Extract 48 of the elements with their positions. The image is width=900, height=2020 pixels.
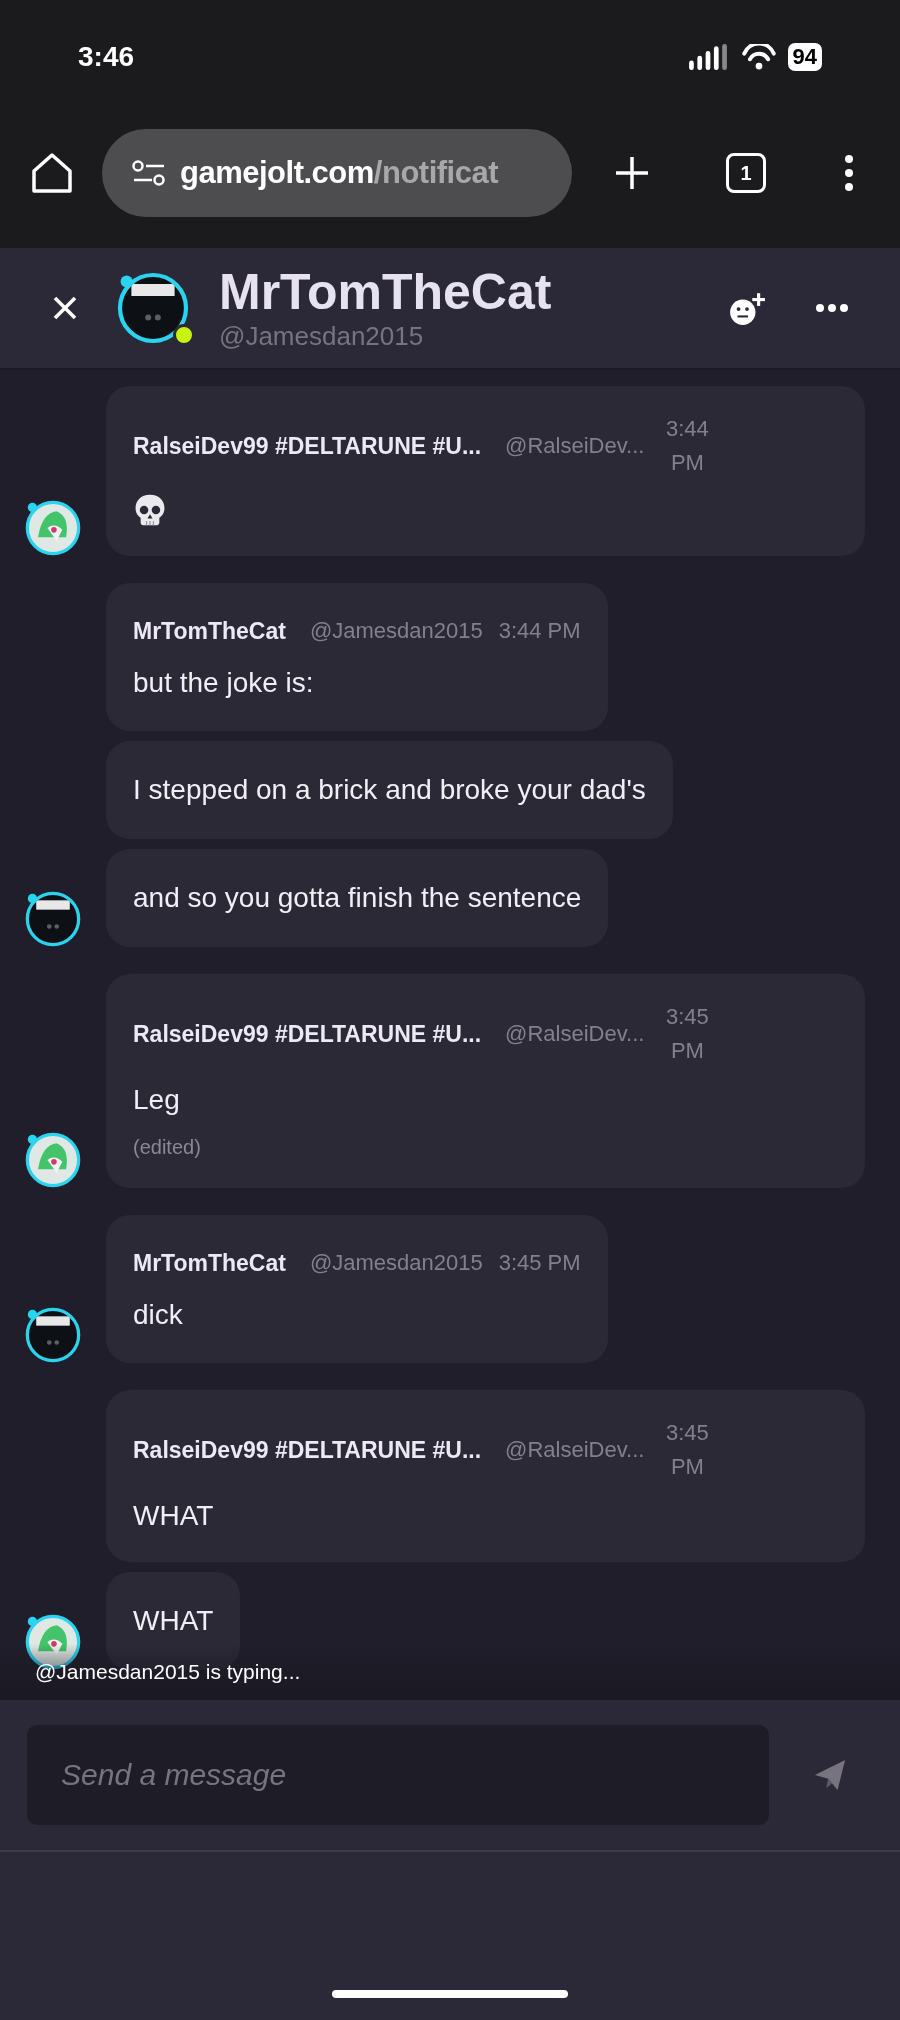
user-avatar (25, 1307, 81, 1363)
author-name: MrTomTheCat (133, 1249, 286, 1278)
avatar (117, 272, 189, 344)
edited-label: (edited) (133, 1135, 202, 1160)
battery-level: 94 (787, 43, 822, 71)
contact-handle: @Jamesdan2015 (219, 320, 425, 352)
author-handle: @RalseiDev... (505, 1020, 645, 1048)
author-name: RalseiDev99 #DELTARUNE #U... (133, 432, 482, 461)
menu-icon (844, 154, 854, 192)
author-handle: @Jamesdan2015 (309, 1249, 483, 1277)
send-icon (813, 1758, 847, 1792)
message-time: 3:45 PM (665, 1003, 710, 1065)
add-friend-icon (728, 291, 766, 325)
tab-count-button[interactable]: 1 (726, 153, 766, 193)
message-text: I stepped on a brick and broke your dad's (133, 773, 646, 807)
close-icon (53, 296, 77, 320)
typing-indicator: @Jamesdan2015 is typing... (35, 1659, 301, 1686)
author-name: RalseiDev99 #DELTARUNE #U... (133, 1020, 482, 1049)
message-time: 3:45 PM (665, 1419, 710, 1481)
author-handle: @RalseiDev... (505, 432, 645, 460)
message-text: but the joke is: (133, 666, 315, 700)
clock-time: 3:46 (78, 40, 135, 74)
wifi-icon (741, 44, 776, 70)
user-avatar (25, 500, 81, 556)
author-handle: @RalseiDev... (505, 1436, 645, 1464)
author-name: RalseiDev99 #DELTARUNE #U... (133, 1436, 482, 1465)
message-text: dick (133, 1298, 184, 1332)
message-text: and so you gotta finish the sentence (133, 881, 582, 915)
contact-name: MrTomTheCat (219, 264, 553, 320)
message-time: 3:44 PM (665, 415, 710, 477)
skull-icon (133, 492, 167, 528)
message-time: 3:44 PM (498, 617, 581, 645)
message-text: WHAT (133, 1499, 215, 1533)
message-time: 3:45 PM (498, 1249, 581, 1277)
new-tab-icon (614, 155, 650, 191)
message-input[interactable]: Send a message (27, 1725, 769, 1825)
user-avatar (25, 1132, 81, 1188)
address-bar[interactable]: gamejolt.com/notificat (102, 129, 572, 217)
message-text: WHAT (133, 1604, 214, 1638)
site-settings-icon (132, 159, 166, 187)
more-options-icon (816, 304, 848, 312)
home-icon (30, 151, 74, 195)
user-avatar (25, 891, 81, 947)
home-indicator[interactable] (332, 1990, 568, 1998)
message-text: Leg (133, 1083, 181, 1117)
author-name: MrTomTheCat (133, 617, 286, 646)
url-text: gamejolt.com/notificat (180, 153, 498, 192)
author-handle: @Jamesdan2015 (309, 617, 483, 645)
